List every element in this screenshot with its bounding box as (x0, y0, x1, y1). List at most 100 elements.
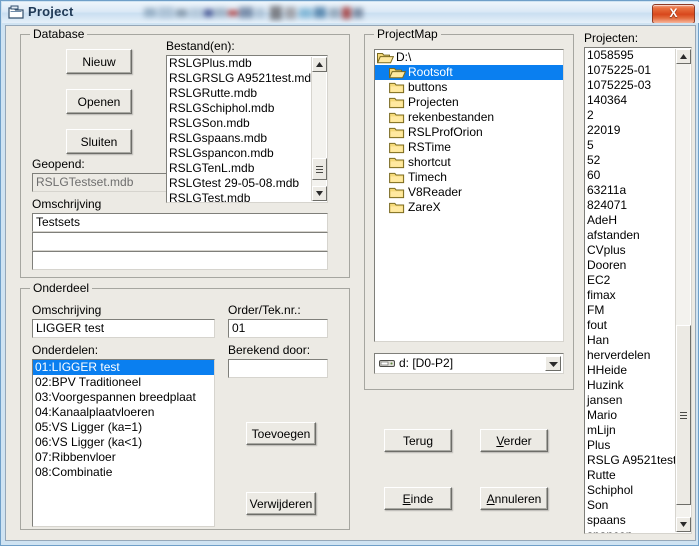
list-item[interactable]: HHeide (585, 363, 675, 378)
list-item[interactable]: Plus (585, 438, 675, 453)
onderdeel-omschrijving-field[interactable]: LIGGER test (32, 319, 215, 338)
list-item[interactable]: fimax (585, 288, 675, 303)
list-item[interactable]: 01:LIGGER test (33, 360, 214, 375)
list-item[interactable]: herverdelen (585, 348, 675, 363)
drive-dropdown-arrow[interactable] (545, 356, 561, 371)
list-item[interactable]: Han (585, 333, 675, 348)
bestanden-listbox[interactable]: RSLGPlus.mdb RSLGRSLG A9521test.mdb RSLGRu… (166, 55, 328, 203)
list-item[interactable]: Mario (585, 408, 675, 423)
order-field[interactable]: 01 (228, 319, 328, 338)
list-item[interactable]: 1075225-03 (585, 78, 675, 93)
verder-button[interactable]: Verder (480, 429, 548, 452)
bestanden-scrollbar[interactable] (311, 57, 327, 201)
tree-item[interactable]: D:\ (375, 50, 563, 65)
tree-item[interactable]: ZareX (375, 200, 563, 215)
list-item[interactable]: 22019 (585, 123, 675, 138)
db-omschrijving-line-3[interactable] (32, 251, 328, 270)
tree-item[interactable]: Projecten (375, 95, 563, 110)
list-item[interactable]: Huzink (585, 378, 675, 393)
open-folder-icon (376, 51, 395, 64)
tree-item[interactable]: Timech (375, 170, 563, 185)
tree-item-label: RSLProfOrion (408, 125, 483, 139)
verwijderen-button[interactable]: Verwijderen (246, 492, 316, 515)
openen-button[interactable]: Openen (66, 89, 132, 114)
terug-button[interactable]: Terug (384, 429, 452, 452)
list-item[interactable]: jansen (585, 393, 675, 408)
list-item[interactable]: RSLGTenL.mdb (167, 161, 311, 176)
list-item[interactable]: 1058595 (585, 48, 675, 63)
list-item[interactable]: 04:Kanaalplaatvloeren (33, 405, 214, 420)
annuleren-button[interactable]: Annuleren (480, 487, 548, 510)
list-item[interactable]: 1075225-01 (585, 63, 675, 78)
list-item[interactable]: 52 (585, 153, 675, 168)
tree-item[interactable]: rekenbestanden (375, 110, 563, 125)
censored-titlebar-region (142, 3, 374, 23)
list-item[interactable]: CVplus (585, 243, 675, 258)
scroll-thumb[interactable] (312, 158, 327, 180)
scroll-down-arrow[interactable] (312, 186, 327, 201)
list-item[interactable]: 140364 (585, 93, 675, 108)
tree-item[interactable]: buttons (375, 80, 563, 95)
list-item[interactable]: 03:Voorgespannen breedplaat (33, 390, 214, 405)
drive-icon (379, 358, 395, 372)
list-item[interactable]: RSLGRutte.mdb (167, 86, 311, 101)
list-item[interactable]: RSLGspaans.mdb (167, 131, 311, 146)
projecten-scroll-thumb[interactable] (676, 325, 691, 505)
list-item[interactable]: AdeH (585, 213, 675, 228)
list-item[interactable]: 02:BPV Traditioneel (33, 375, 214, 390)
tree-item[interactable]: shortcut (375, 155, 563, 170)
list-item[interactable]: mLijn (585, 423, 675, 438)
list-item[interactable]: 06:VS Ligger (ka<1) (33, 435, 214, 450)
drive-select[interactable]: d: [D0-P2] (374, 353, 564, 374)
list-item[interactable]: 63211a (585, 183, 675, 198)
tree-item[interactable]: V8Reader (375, 185, 563, 200)
list-item[interactable]: fout (585, 318, 675, 333)
list-item[interactable]: 08:Combinatie (33, 465, 214, 480)
einde-button[interactable]: Einde (384, 487, 452, 510)
list-item[interactable]: RSLGSchiphol.mdb (167, 101, 311, 116)
title-bar[interactable]: Project X (2, 2, 699, 23)
list-item[interactable]: Dooren (585, 258, 675, 273)
projectmap-tree[interactable]: D:\ Rootsoft buttons Projecten rekenbestande… (374, 49, 564, 342)
list-item[interactable]: RSLG A9521test (585, 453, 675, 468)
list-item[interactable]: 07:Ribbenvloer (33, 450, 214, 465)
list-item[interactable]: 2 (585, 108, 675, 123)
list-item[interactable]: RSLGspancon.mdb (167, 146, 311, 161)
list-item[interactable]: spancon (585, 528, 675, 533)
list-item[interactable]: EC2 (585, 273, 675, 288)
list-item[interactable]: 5 (585, 138, 675, 153)
list-item[interactable]: Schiphol (585, 483, 675, 498)
list-item[interactable]: afstanden (585, 228, 675, 243)
list-item[interactable]: 824071 (585, 198, 675, 213)
projecten-scroll-down-arrow[interactable] (676, 517, 691, 532)
berekend-door-field[interactable] (228, 359, 328, 378)
db-omschrijving-line-1[interactable]: Testsets (32, 213, 328, 232)
list-item[interactable]: spaans (585, 513, 675, 528)
list-item[interactable]: Rutte (585, 468, 675, 483)
berekend-door-label: Berekend door: (228, 343, 311, 357)
close-button[interactable]: X (652, 4, 695, 23)
list-item[interactable]: RSLGSon.mdb (167, 116, 311, 131)
list-item[interactable]: RSLGRSLG A9521test.mdb (167, 71, 311, 86)
tree-item[interactable]: RSLProfOrion (375, 125, 563, 140)
list-item[interactable]: Son (585, 498, 675, 513)
sluiten-button[interactable]: Sluiten (66, 129, 132, 154)
nieuw-button[interactable]: Nieuw (66, 49, 132, 74)
projecten-scroll-up-arrow[interactable] (676, 49, 691, 64)
list-item[interactable]: 05:VS Ligger (ka=1) (33, 420, 214, 435)
projecten-listbox[interactable]: 1058595 1075225-01 1075225-03 140364 2 22019 5… (584, 47, 692, 534)
annuleren-label: Annuleren (486, 491, 542, 506)
list-item[interactable]: RSLGtest 29-05-08.mdb (167, 176, 311, 191)
toevoegen-button[interactable]: Toevoegen (246, 422, 316, 445)
onderdeel-group-label: Onderdeel (30, 281, 93, 295)
tree-item[interactable]: Rootsoft (375, 65, 563, 80)
list-item[interactable]: RSLGPlus.mdb (167, 56, 311, 71)
onderdelen-listbox[interactable]: 01:LIGGER test 02:BPV Traditioneel 03:Voor… (32, 359, 215, 527)
list-item[interactable]: FM (585, 303, 675, 318)
tree-item[interactable]: RSTime (375, 140, 563, 155)
list-item[interactable]: 60 (585, 168, 675, 183)
list-item[interactable]: RSLGTest.mdb (167, 191, 311, 202)
projecten-scrollbar[interactable] (675, 49, 691, 532)
db-omschrijving-line-2[interactable] (32, 232, 328, 251)
scroll-up-arrow[interactable] (312, 57, 327, 72)
